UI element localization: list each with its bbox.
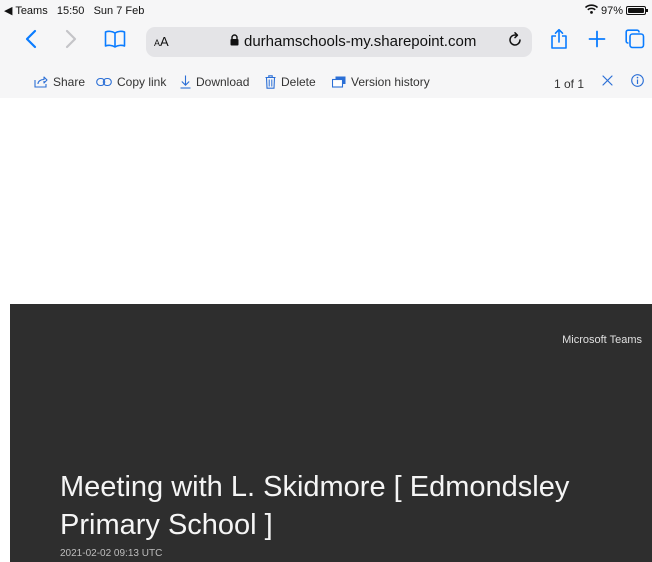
close-icon bbox=[601, 75, 613, 89]
info-button[interactable] bbox=[628, 73, 646, 91]
status-time: 15:50 bbox=[56, 5, 85, 17]
status-right: 97% bbox=[584, 4, 648, 17]
battery-percent: 97% bbox=[600, 4, 623, 17]
copy-link-button[interactable]: Copy link bbox=[96, 75, 166, 89]
version-history-label: Version history bbox=[351, 75, 430, 89]
copy-link-label: Copy link bbox=[117, 75, 167, 89]
status-bar: ◀ Teams 15:50 Sun 7 Feb 97% bbox=[0, 0, 652, 20]
chevron-right-icon bbox=[65, 29, 77, 54]
trash-icon bbox=[265, 75, 276, 89]
browser-toolbar: AA durhamschools-my.sharepoint.com bbox=[0, 22, 652, 62]
text-size-label: A bbox=[160, 34, 169, 49]
reload-button[interactable] bbox=[504, 31, 526, 53]
download-icon bbox=[180, 75, 191, 89]
chevron-left-icon bbox=[25, 29, 37, 54]
address-bar[interactable]: AA durhamschools-my.sharepoint.com bbox=[146, 27, 532, 57]
reload-icon bbox=[507, 31, 523, 53]
status-left: ◀ Teams 15:50 Sun 7 Feb bbox=[4, 4, 144, 17]
version-history-icon bbox=[332, 76, 346, 88]
share-icon bbox=[550, 28, 568, 55]
forward-button[interactable] bbox=[58, 28, 84, 54]
book-icon bbox=[104, 30, 126, 53]
bookmarks-button[interactable] bbox=[102, 28, 128, 54]
file-action-bar: Share Copy link Download Delete Version … bbox=[0, 68, 652, 98]
meeting-date: 2021-02-02 09:13 UTC bbox=[60, 548, 163, 559]
tabs-overview-button[interactable] bbox=[622, 28, 648, 54]
close-button[interactable] bbox=[598, 73, 616, 91]
share-icon bbox=[34, 76, 48, 88]
delete-label: Delete bbox=[281, 75, 316, 89]
wifi-icon bbox=[584, 4, 599, 17]
download-label: Download bbox=[196, 75, 250, 89]
share-label: Share bbox=[53, 75, 86, 89]
plus-icon bbox=[588, 30, 606, 53]
delete-button[interactable]: Delete bbox=[265, 75, 316, 89]
url-display[interactable]: durhamschools-my.sharepoint.com bbox=[230, 33, 476, 50]
link-icon bbox=[96, 77, 112, 87]
version-history-button[interactable]: Version history bbox=[332, 75, 430, 89]
back-to-app-link[interactable]: ◀ Teams bbox=[4, 5, 48, 17]
battery-icon bbox=[626, 6, 648, 15]
share-sheet-button[interactable] bbox=[546, 28, 572, 54]
meeting-title: Meeting with L. Skidmore [ Edmondsley Pr… bbox=[60, 471, 570, 541]
info-icon bbox=[630, 74, 644, 90]
page-counter: 1 of 1 bbox=[554, 77, 585, 91]
new-tab-button[interactable] bbox=[584, 28, 610, 54]
url-text: durhamschools-my.sharepoint.com bbox=[244, 33, 477, 50]
back-button[interactable] bbox=[18, 28, 44, 54]
teams-brand-label: Microsoft Teams bbox=[562, 334, 642, 346]
tabs-icon bbox=[625, 28, 645, 54]
video-preview[interactable]: Microsoft Teams Meeting with L. Skidmore… bbox=[10, 304, 652, 562]
share-button[interactable]: Share bbox=[34, 75, 85, 89]
lock-icon bbox=[230, 33, 239, 50]
text-size-button[interactable]: AA bbox=[154, 34, 169, 49]
status-date: Sun 7 Feb bbox=[93, 5, 145, 17]
download-button[interactable]: Download bbox=[180, 75, 249, 89]
